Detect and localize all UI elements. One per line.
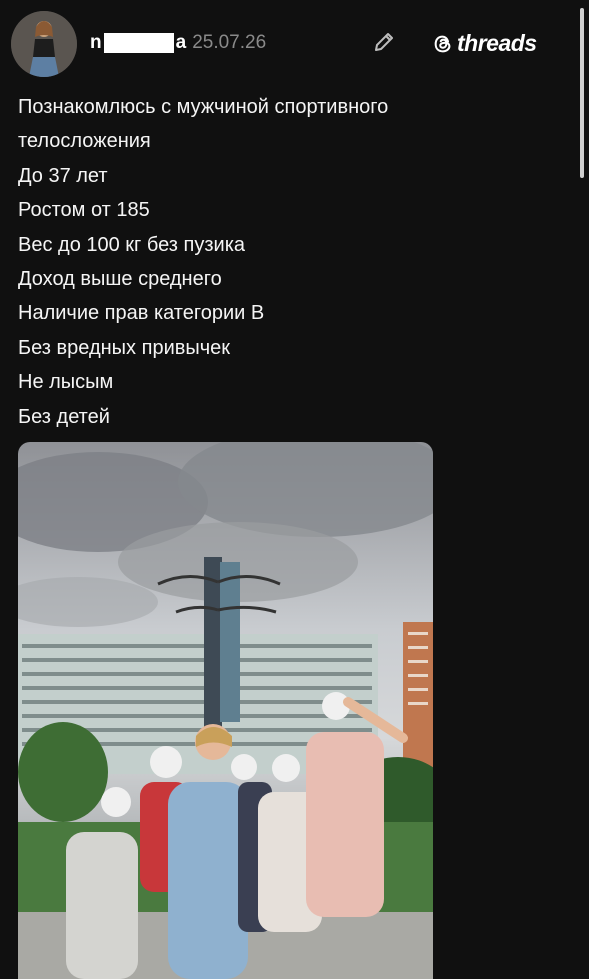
avatar-photo xyxy=(11,11,77,77)
post-line: телосложения xyxy=(18,130,151,153)
threads-logo-icon xyxy=(434,35,451,52)
author-name[interactable]: n xyxy=(90,32,102,54)
post-line: Не лысым xyxy=(18,371,114,394)
post-line: Без детей xyxy=(18,405,110,428)
author-name-end[interactable]: a xyxy=(176,32,187,54)
post-photo[interactable] xyxy=(18,442,433,979)
post-line: Наличие прав категории В xyxy=(18,302,265,325)
threads-brand: threads xyxy=(432,30,537,57)
post-line: Без вредных привычек xyxy=(18,336,231,359)
post-header: n a 25.07.26 xyxy=(90,31,266,55)
name-redaction xyxy=(103,33,174,53)
pencil-icon[interactable] xyxy=(372,30,396,54)
post-line: Доход выше среднего xyxy=(18,268,222,291)
post-line: Вес до 100 кг без пузика xyxy=(18,233,246,256)
post-date: 25.07.26 xyxy=(192,32,267,53)
post-line: Познакомлюсь с мужчиной спортивного xyxy=(18,96,389,118)
post-body: Познакомлюсь с мужчиной спортивного тело… xyxy=(18,90,558,434)
post-line: Ростом от 185 xyxy=(18,199,150,222)
photo-scene xyxy=(18,442,433,979)
scrollbar[interactable] xyxy=(580,8,584,178)
threads-wordmark: threads xyxy=(457,30,537,56)
post-line: До 37 лет xyxy=(18,164,108,187)
author-avatar[interactable] xyxy=(11,11,77,77)
